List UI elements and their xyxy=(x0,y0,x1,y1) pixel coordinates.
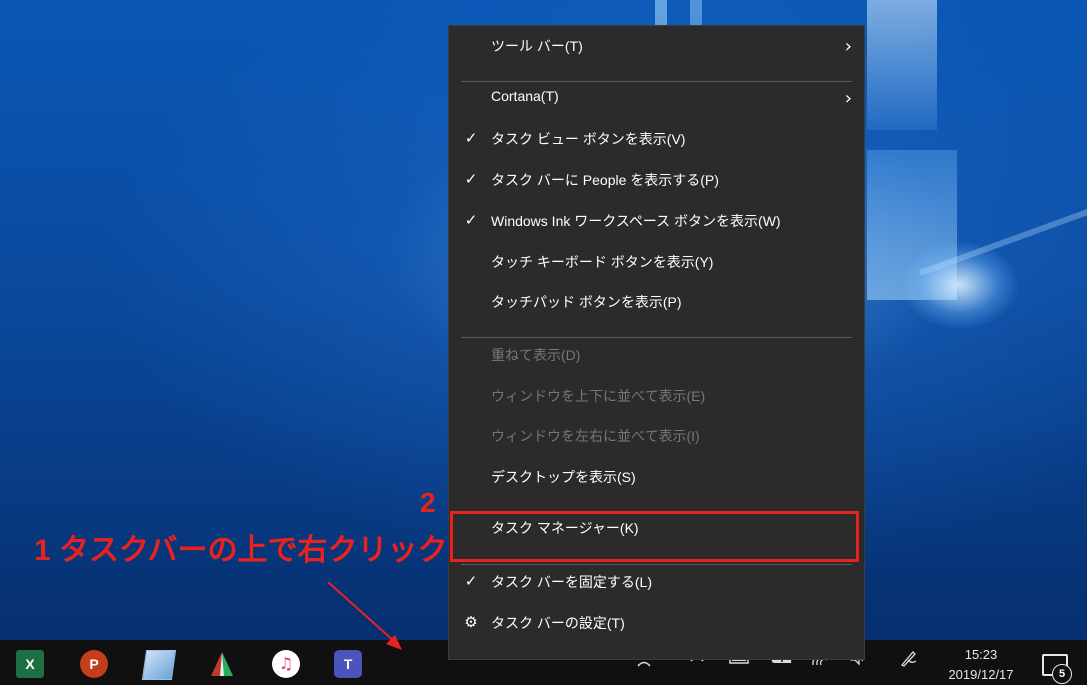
menu-item-cascade: 重ねて表示(D) xyxy=(449,345,864,385)
menu-item-toolbars[interactable]: ツール バー(T) › xyxy=(449,36,864,76)
annotation-step-2: 2 xyxy=(420,487,436,518)
menu-separator xyxy=(461,81,852,82)
teams-icon[interactable]: T xyxy=(334,650,362,678)
taskbar-context-menu: ツール バー(T) › Cortana(T) › ✓ タスク ビュー ボタンを表… xyxy=(448,25,865,660)
snipping-tool-glyph xyxy=(211,652,233,676)
checkmark-icon: ✓ xyxy=(464,211,478,229)
menu-item-label: Windows Ink ワークスペース ボタンを表示(W) xyxy=(491,213,781,229)
checkmark-icon: ✓ xyxy=(464,129,478,147)
menu-item-stack: ウィンドウを上下に並べて表示(E) xyxy=(449,386,864,426)
menu-item-label: ウィンドウを左右に並べて表示(I) xyxy=(491,428,700,444)
menu-item-label: タスク バーの設定(T) xyxy=(491,615,625,631)
checkmark-icon: ✓ xyxy=(464,170,478,188)
menu-separator xyxy=(461,564,852,565)
notification-count-badge: 5 xyxy=(1052,664,1072,684)
menu-item-show-people[interactable]: ✓ タスク バーに People を表示する(P) xyxy=(449,170,864,210)
menu-item-show-touch-keyboard[interactable]: タッチ キーボード ボタンを表示(Y) xyxy=(449,252,864,292)
menu-item-taskbar-settings[interactable]: ⚙ タスク バーの設定(T) xyxy=(449,613,864,653)
menu-item-show-task-view[interactable]: ✓ タスク ビュー ボタンを表示(V) xyxy=(449,129,864,169)
clock-time: 15:23 xyxy=(964,647,998,662)
powerpoint-icon[interactable]: P xyxy=(80,650,108,678)
menu-item-label: タッチパッド ボタンを表示(P) xyxy=(491,294,682,310)
menu-item-label: タスク バーに People を表示する(P) xyxy=(491,172,719,188)
checkmark-icon: ✓ xyxy=(464,572,478,590)
menu-separator xyxy=(461,337,852,338)
menu-item-side-by-side: ウィンドウを左右に並べて表示(I) xyxy=(449,426,864,466)
taskbar-clock[interactable]: 15:23 2019/12/17 xyxy=(935,645,1027,685)
menu-item-label: 重ねて表示(D) xyxy=(491,347,581,363)
menu-item-show-desktop[interactable]: デスクトップを表示(S) xyxy=(449,467,864,507)
menu-item-label: タスク ビュー ボタンを表示(V) xyxy=(491,131,686,147)
menu-item-label: タッチ キーボード ボタンを表示(Y) xyxy=(491,254,714,270)
snipping-tool-icon[interactable] xyxy=(208,650,236,678)
itunes-icon[interactable]: ♫ xyxy=(272,650,300,678)
menu-item-label: ツール バー(T) xyxy=(491,38,583,54)
chevron-right-icon: › xyxy=(844,36,852,57)
notepad-icon[interactable] xyxy=(141,650,177,680)
gear-icon: ⚙ xyxy=(464,613,478,631)
menu-item-lock-taskbar[interactable]: ✓ タスク バーを固定する(L) xyxy=(449,572,864,612)
menu-item-label: ウィンドウを上下に並べて表示(E) xyxy=(491,388,706,404)
task-manager-highlight-box xyxy=(450,511,859,562)
menu-item-cortana[interactable]: Cortana(T) › xyxy=(449,88,864,128)
menu-item-label: デスクトップを表示(S) xyxy=(491,469,636,485)
windows-ink-icon[interactable] xyxy=(898,648,920,672)
menu-item-show-windows-ink[interactable]: ✓ Windows Ink ワークスペース ボタンを表示(W) xyxy=(449,211,864,251)
excel-icon[interactable]: X xyxy=(16,650,44,678)
wallpaper-glow xyxy=(900,240,1020,330)
wallpaper-window-pane xyxy=(867,0,937,130)
menu-item-label: Cortana(T) xyxy=(491,88,559,104)
chevron-right-icon: › xyxy=(844,88,852,109)
clock-date: 2019/12/17 xyxy=(948,667,1014,682)
annotation-step-1: 1 タスクバーの上で右クリック xyxy=(34,534,448,567)
menu-item-show-touchpad[interactable]: タッチパッド ボタンを表示(P) xyxy=(449,292,864,332)
menu-item-label: タスク バーを固定する(L) xyxy=(491,574,652,590)
